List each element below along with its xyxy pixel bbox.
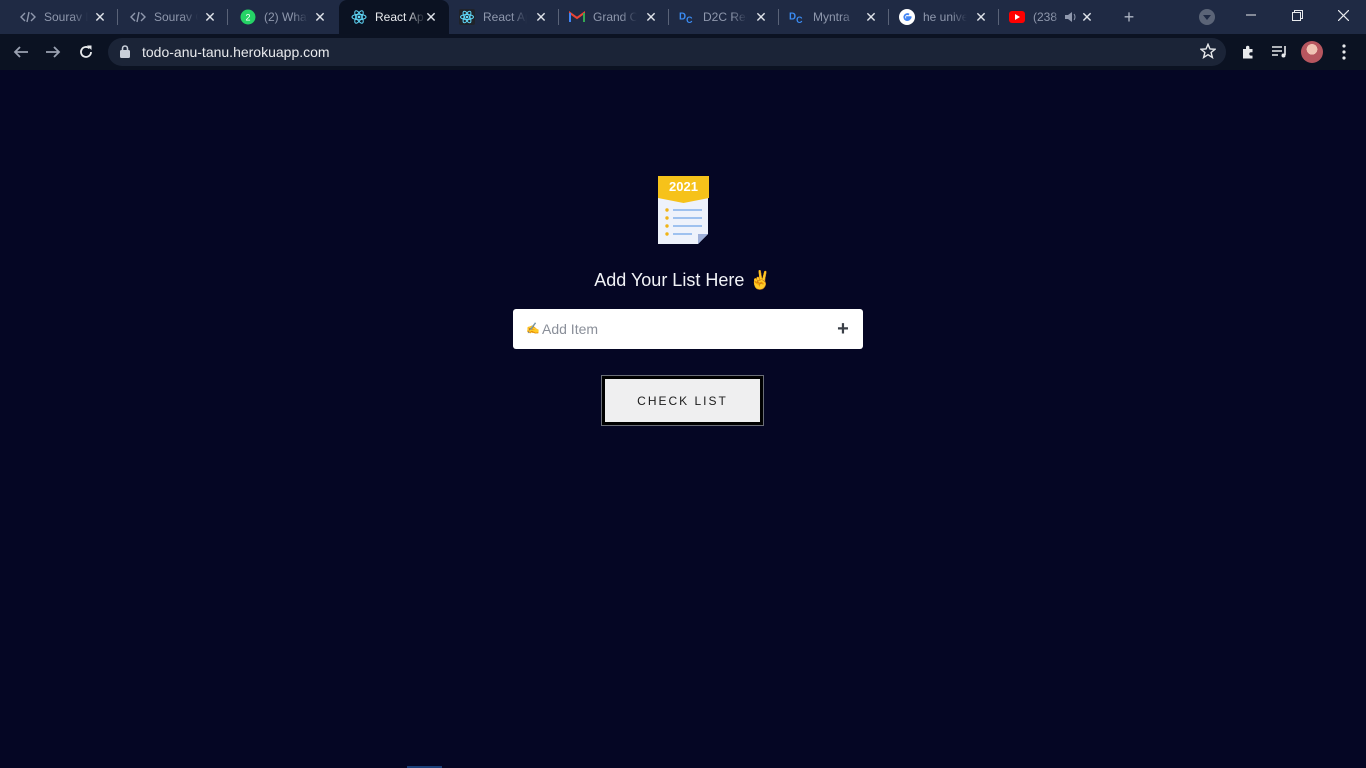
svg-text:D: D — [679, 12, 686, 23]
profile-avatar[interactable] — [1301, 41, 1323, 63]
svg-text:C: C — [686, 15, 693, 25]
media-control-icon[interactable] — [1270, 42, 1290, 62]
close-icon[interactable]: ✕ — [863, 9, 879, 25]
gmail-icon — [569, 9, 585, 25]
close-icon[interactable]: ✕ — [312, 9, 328, 25]
tab-active[interactable]: React Ap ✕ — [339, 0, 449, 34]
add-item-input[interactable] — [542, 317, 832, 341]
page-heading: Add Your List Here ✌ — [594, 270, 772, 290]
code-icon — [20, 9, 36, 25]
svg-text:2: 2 — [245, 13, 250, 23]
tab-search-icon[interactable] — [1199, 9, 1215, 25]
page-content: 2021 Add Your List Here ✌ ✍ + Check List — [0, 70, 1366, 768]
close-icon[interactable]: ✕ — [423, 9, 439, 25]
close-icon[interactable]: ✕ — [973, 9, 989, 25]
tab-title: D2C Rec — [703, 10, 747, 24]
bookmark-star-icon[interactable] — [1199, 42, 1217, 64]
code-icon — [130, 9, 146, 25]
tab-title: Grand C — [593, 10, 637, 24]
react-icon — [459, 9, 475, 25]
svg-text:C: C — [796, 15, 803, 25]
close-icon[interactable]: ✕ — [202, 9, 218, 25]
tab-title: Myntra — [813, 10, 850, 24]
tab-title: Sourav C — [154, 10, 198, 24]
browser-menu-icon[interactable] — [1334, 42, 1354, 62]
forward-button[interactable] — [40, 39, 66, 65]
tab-10[interactable]: (238 ✕ — [999, 0, 1109, 34]
tab-title: (2) Whats — [264, 10, 308, 24]
d2c-icon: DC — [789, 9, 805, 25]
back-button[interactable] — [8, 39, 34, 65]
react-icon — [351, 9, 367, 25]
speaker-icon[interactable] — [1064, 10, 1078, 27]
tab-title: (238 — [1033, 10, 1058, 24]
address-bar[interactable]: todo-anu-tanu.herokuapp.com — [108, 38, 1226, 66]
restore-button[interactable] — [1274, 0, 1320, 30]
close-icon[interactable]: ✕ — [753, 9, 769, 25]
tab-title: he unive — [923, 10, 967, 24]
tab-strip: Sourav D ✕ Sourav C ✕ 2 (2) Whats ✕ Reac… — [0, 0, 1366, 34]
close-icon[interactable]: ✕ — [92, 9, 108, 25]
youtube-icon — [1009, 9, 1025, 25]
close-window-button[interactable] — [1320, 0, 1366, 30]
close-icon[interactable]: ✕ — [643, 9, 659, 25]
google-icon — [899, 9, 915, 25]
extensions-icon[interactable] — [1238, 42, 1258, 62]
add-item-button[interactable]: + — [834, 319, 852, 339]
whatsapp-icon: 2 — [240, 9, 256, 25]
tab-3[interactable]: 2 (2) Whats ✕ — [228, 0, 338, 34]
tab-2[interactable]: Sourav C ✕ — [118, 0, 228, 34]
new-tab-button[interactable]: + — [1120, 8, 1138, 26]
close-icon[interactable]: ✕ — [533, 9, 549, 25]
add-item-field-container: ✍ — [513, 309, 863, 349]
tab-6[interactable]: Grand C ✕ — [559, 0, 669, 34]
reload-button[interactable] — [73, 39, 99, 65]
todo-list-logo: 2021 — [658, 176, 710, 246]
writing-hand-icon: ✍ — [526, 323, 540, 335]
url-text: todo-anu-tanu.herokuapp.com — [142, 44, 330, 60]
tab-8[interactable]: DC Myntra ✕ — [779, 0, 889, 34]
lock-icon[interactable] — [120, 45, 130, 63]
tab-title: React Ap — [483, 10, 527, 24]
tab-9[interactable]: he unive ✕ — [889, 0, 999, 34]
logo-year: 2021 — [669, 179, 698, 194]
tab-7[interactable]: DC D2C Rec ✕ — [669, 0, 779, 34]
browser-toolbar: todo-anu-tanu.herokuapp.com — [0, 34, 1366, 70]
d2c-icon: DC — [679, 9, 695, 25]
close-icon[interactable]: ✕ — [1079, 9, 1095, 25]
tab-title: Sourav D — [44, 10, 88, 24]
minimize-button[interactable] — [1228, 0, 1274, 30]
check-list-button[interactable]: Check List — [601, 375, 764, 426]
svg-text:D: D — [789, 12, 796, 23]
tab-5[interactable]: React Ap ✕ — [449, 0, 559, 34]
tab-1[interactable]: Sourav D ✕ — [0, 0, 118, 34]
tab-title: React Ap — [375, 10, 424, 24]
